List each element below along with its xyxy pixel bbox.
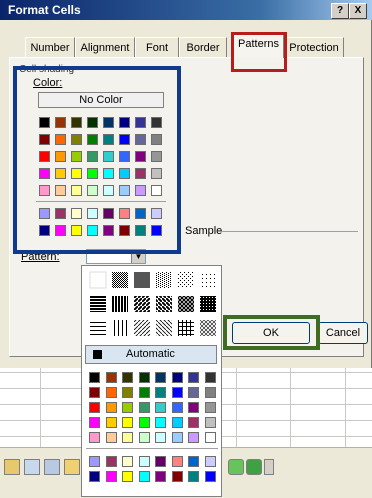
popup-color-swatch[interactable] <box>204 372 216 383</box>
popup-color-swatch[interactable] <box>89 402 100 413</box>
popup-color-swatch[interactable] <box>171 402 183 413</box>
tab-protection[interactable]: Protection <box>284 37 344 57</box>
popup-color-swatch[interactable] <box>105 402 117 413</box>
popup-color-swatch[interactable] <box>138 417 150 428</box>
popup-color-swatch[interactable] <box>105 432 117 443</box>
popup-color-swatch[interactable] <box>138 402 150 413</box>
popup-chart-swatch[interactable] <box>155 456 166 467</box>
popup-color-swatch[interactable] <box>155 372 166 383</box>
popup-color-swatch[interactable] <box>171 372 183 383</box>
popup-color-swatch[interactable] <box>105 372 117 383</box>
column-line <box>345 368 346 447</box>
popup-chart-swatch[interactable] <box>122 456 133 467</box>
cancel-button[interactable]: Cancel <box>318 322 368 344</box>
popup-chart-swatch[interactable] <box>171 456 183 467</box>
popup-color-swatch[interactable] <box>89 432 100 443</box>
cube-icon[interactable] <box>228 459 244 475</box>
popup-color-swatch[interactable] <box>171 417 183 428</box>
cube-icon[interactable] <box>246 459 262 475</box>
dropdown-arrow-icon[interactable] <box>264 459 274 475</box>
popup-color-swatch[interactable] <box>122 387 133 398</box>
popup-color-swatch[interactable] <box>138 387 150 398</box>
popup-chart-swatch[interactable] <box>204 456 216 467</box>
dialog-title: Format Cells <box>8 3 81 17</box>
popup-color-swatch[interactable] <box>188 387 199 398</box>
automatic-button[interactable]: Automatic <box>85 345 217 364</box>
tab-number[interactable]: Number <box>25 37 75 57</box>
popup-color-swatch[interactable] <box>105 387 117 398</box>
automatic-swatch <box>93 350 102 359</box>
color-annotation-box <box>13 66 181 254</box>
ok-button-annotation-box <box>223 315 320 350</box>
pattern-popup <box>81 265 222 497</box>
sample-frame <box>218 231 358 232</box>
column-line <box>40 368 41 447</box>
popup-color-swatch[interactable] <box>155 432 166 443</box>
popup-chart-swatch[interactable] <box>89 456 100 467</box>
popup-color-swatch[interactable] <box>89 387 100 398</box>
popup-divider <box>86 448 218 449</box>
popup-color-swatch[interactable] <box>188 432 199 443</box>
popup-color-swatch[interactable] <box>204 417 216 428</box>
popup-chart-swatch[interactable] <box>155 471 166 482</box>
popup-color-swatch[interactable] <box>122 402 133 413</box>
popup-chart-swatch[interactable] <box>138 456 150 467</box>
popup-chart-swatch[interactable] <box>188 471 199 482</box>
sample-label: Sample <box>185 225 223 237</box>
column-line <box>236 368 237 447</box>
popup-chart-swatch[interactable] <box>171 471 183 482</box>
popup-color-swatch[interactable] <box>122 372 133 383</box>
popup-chart-swatch[interactable] <box>122 471 133 482</box>
tab-font[interactable]: Font <box>135 37 179 57</box>
chart-icon[interactable] <box>44 459 60 475</box>
popup-color-swatch[interactable] <box>89 372 100 383</box>
popup-color-swatch[interactable] <box>171 387 183 398</box>
tab-border[interactable]: Border <box>179 37 227 57</box>
popup-chart-swatch[interactable] <box>204 471 216 482</box>
toolbar-icon[interactable] <box>4 459 20 475</box>
toolbar-icon[interactable] <box>64 459 80 475</box>
help-button[interactable]: ? <box>331 3 349 19</box>
popup-color-swatch[interactable] <box>204 402 216 413</box>
popup-color-swatch[interactable] <box>122 432 133 443</box>
tab-alignment[interactable]: Alignment <box>75 37 135 57</box>
popup-color-swatch[interactable] <box>122 417 133 428</box>
popup-chart-swatch[interactable] <box>89 471 100 482</box>
popup-color-swatch[interactable] <box>138 372 150 383</box>
popup-color-swatch[interactable] <box>204 432 216 443</box>
popup-color-swatch[interactable] <box>171 432 183 443</box>
popup-color-swatch[interactable] <box>155 387 166 398</box>
automatic-label: Automatic <box>126 348 175 360</box>
popup-color-swatch[interactable] <box>188 372 199 383</box>
title-bar[interactable]: Format Cells ? X <box>0 0 372 20</box>
popup-color-swatch[interactable] <box>138 432 150 443</box>
patterns-tab-annotation-box <box>231 32 287 72</box>
popup-chart-swatch[interactable] <box>105 456 117 467</box>
pattern-grid <box>89 271 216 336</box>
popup-color-swatch[interactable] <box>155 417 166 428</box>
popup-color-swatch[interactable] <box>188 402 199 413</box>
column-line <box>290 368 291 447</box>
close-button[interactable]: X <box>349 3 367 19</box>
popup-chart-swatch[interactable] <box>188 456 199 467</box>
popup-chart-swatch[interactable] <box>105 471 117 482</box>
chart-icon[interactable] <box>24 459 40 475</box>
popup-color-swatch[interactable] <box>89 417 100 428</box>
popup-color-swatch[interactable] <box>155 402 166 413</box>
popup-color-swatch[interactable] <box>188 417 199 428</box>
popup-chart-swatch[interactable] <box>138 471 150 482</box>
popup-color-swatch[interactable] <box>204 387 216 398</box>
popup-color-swatch[interactable] <box>105 417 117 428</box>
